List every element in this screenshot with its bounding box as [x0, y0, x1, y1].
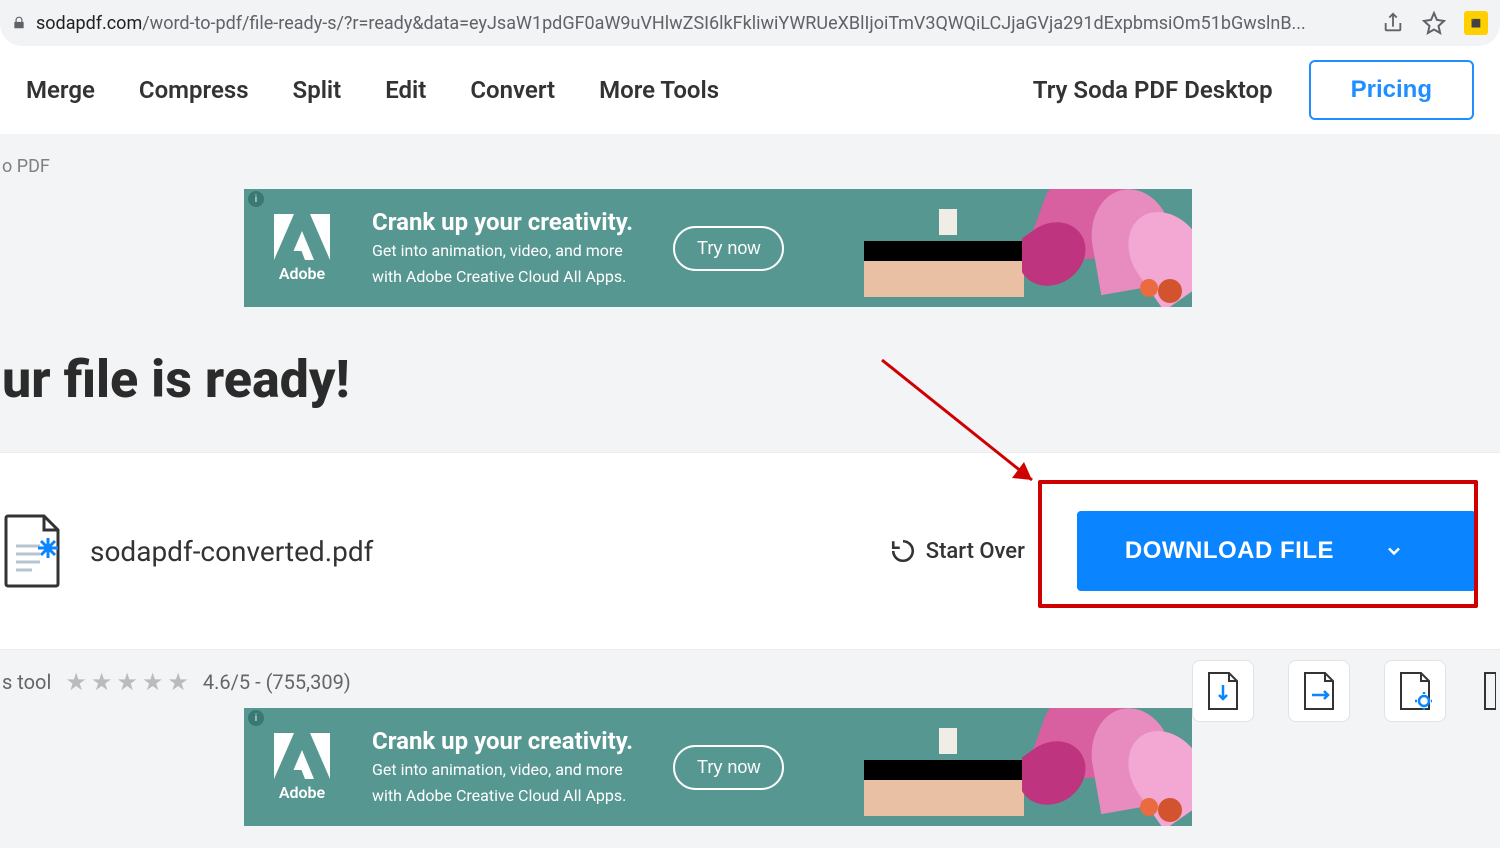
pricing-button[interactable]: Pricing: [1309, 60, 1474, 120]
ad-headline: Crank up your creativity.: [372, 208, 633, 236]
nav-edit[interactable]: Edit: [385, 76, 426, 104]
related-tool-icons: [1192, 660, 1500, 722]
rating-stars[interactable]: ★ ★ ★ ★ ★: [65, 668, 189, 696]
ad-sub2: with Adobe Creative Cloud All Apps.: [372, 266, 633, 288]
star-icon[interactable]: ★: [167, 668, 189, 696]
doc-cog-icon: [1398, 671, 1432, 711]
tool-card-3[interactable]: [1384, 660, 1446, 722]
nav-split[interactable]: Split: [293, 76, 342, 104]
ad-brand: Adobe: [279, 264, 325, 283]
restart-icon: [890, 538, 916, 564]
doc-compress-icon: [1206, 671, 1240, 711]
try-desktop-link[interactable]: Try Soda PDF Desktop: [1033, 76, 1273, 104]
lock-icon: [12, 16, 26, 30]
url-text[interactable]: sodapdf.com/word-to-pdf/file-ready-s/?r=…: [36, 13, 1362, 34]
page-title: ur file is ready!: [0, 349, 1500, 410]
ad-banner-bottom[interactable]: i Adobe Crank up your creativity. Get in…: [244, 708, 1192, 826]
star-icon[interactable]: [1422, 11, 1446, 35]
rating-row: s tool ★ ★ ★ ★ ★ 4.6/5 - (755,309): [0, 650, 1500, 708]
ad-info-icon[interactable]: i: [248, 710, 264, 726]
share-icon[interactable]: [1382, 12, 1404, 34]
ad-headline: Crank up your creativity.: [372, 727, 633, 755]
ad-sub1: Get into animation, video, and more: [372, 759, 633, 781]
start-over-button[interactable]: Start Over: [890, 538, 1025, 564]
ad-info-icon[interactable]: i: [248, 191, 264, 207]
doc-convert-icon: [1302, 671, 1336, 711]
star-icon[interactable]: ★: [116, 668, 138, 696]
rating-score: 4.6/5 - (755,309): [203, 670, 351, 694]
nav-compress[interactable]: Compress: [139, 76, 249, 104]
browser-address-bar: sodapdf.com/word-to-pdf/file-ready-s/?r=…: [0, 0, 1500, 46]
chevron-down-icon[interactable]: [1384, 541, 1404, 561]
nav-convert[interactable]: Convert: [470, 76, 555, 104]
extension-icon[interactable]: ⬛: [1464, 11, 1488, 35]
tool-card-4[interactable]: [1480, 660, 1498, 722]
adobe-logo-icon: [274, 214, 330, 260]
ad-cta-button[interactable]: Try now: [673, 226, 784, 271]
star-icon[interactable]: ★: [142, 668, 164, 696]
rating-label: s tool: [2, 670, 51, 694]
nav-more-tools[interactable]: More Tools: [599, 76, 719, 104]
ad-brand: Adobe: [279, 783, 325, 802]
star-icon[interactable]: ★: [91, 668, 113, 696]
tool-card-2[interactable]: [1288, 660, 1350, 722]
ad-artwork: [852, 708, 1192, 826]
top-nav: Merge Compress Split Edit Convert More T…: [0, 46, 1500, 134]
ad-sub2: with Adobe Creative Cloud All Apps.: [372, 785, 633, 807]
download-file-button[interactable]: DOWNLOAD FILE: [1077, 511, 1476, 591]
breadcrumb[interactable]: o PDF: [0, 156, 1500, 177]
ad-artwork: [852, 189, 1192, 307]
start-over-label: Start Over: [926, 539, 1025, 564]
adobe-logo-icon: [274, 733, 330, 779]
pdf-file-icon: [2, 514, 64, 588]
ad-banner-top[interactable]: i Adobe Crank up your creativity. Get in…: [244, 189, 1192, 307]
ad-sub1: Get into animation, video, and more: [372, 240, 633, 262]
nav-merge[interactable]: Merge: [26, 76, 95, 104]
doc-partial-icon: [1482, 671, 1496, 711]
file-name: sodapdf-converted.pdf: [90, 535, 373, 568]
bottom-ad-wrap: i Adobe Crank up your creativity. Get in…: [0, 708, 1500, 848]
star-icon[interactable]: ★: [65, 668, 87, 696]
file-ready-section: sodapdf-converted.pdf Start Over DOWNLOA…: [0, 452, 1500, 650]
tool-card-1[interactable]: [1192, 660, 1254, 722]
ad-cta-button[interactable]: Try now: [673, 745, 784, 790]
hero-section: o PDF i Adobe Crank up your creativity. …: [0, 134, 1500, 452]
download-label: DOWNLOAD FILE: [1125, 537, 1334, 565]
